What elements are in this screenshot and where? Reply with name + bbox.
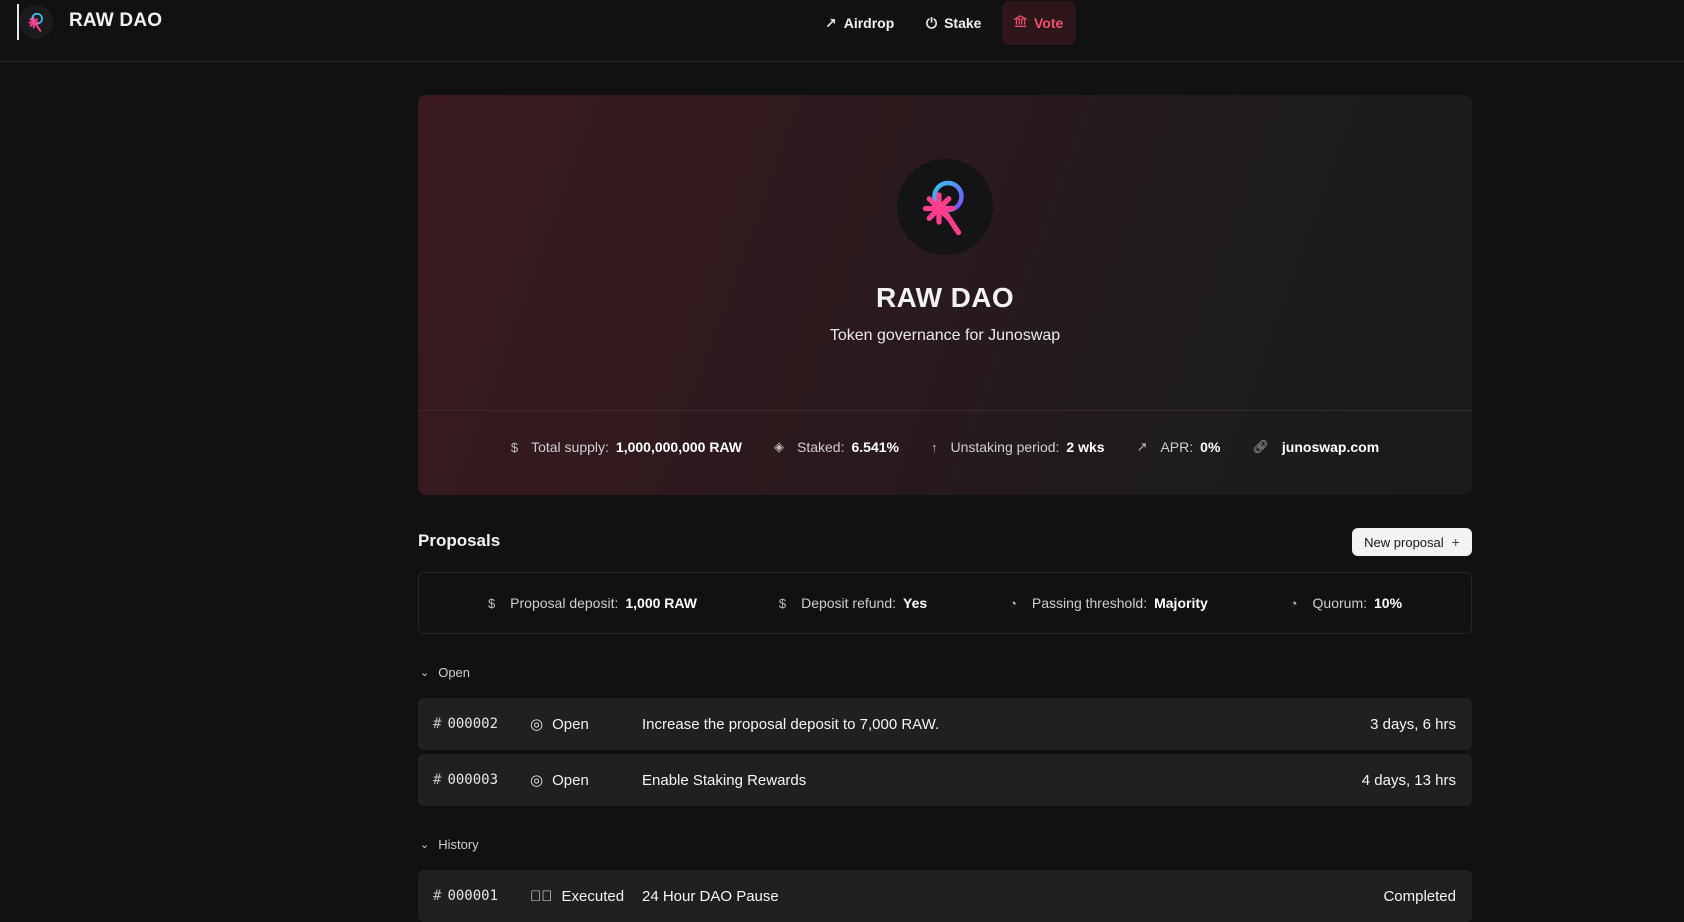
proposal-id: #000003 (433, 772, 498, 788)
hash-symbol: # (433, 888, 442, 904)
param-passing-threshold: ◔ Passing threshold: Majority (1009, 595, 1208, 611)
proposal-row[interactable]: #000003 ◎ Open Enable Staking Rewards 4 … (418, 754, 1472, 806)
proposals-heading: Proposals (418, 531, 501, 550)
proposal-status: ◎ Open (530, 715, 589, 734)
dao-stats: $ Total supply: 1,000,000,000 RAW ◈ Stak… (418, 439, 1472, 455)
stat-label: Staked: (797, 439, 845, 455)
proposal-row[interactable]: #000002 ◎ Open Increase the proposal dep… (418, 698, 1472, 750)
stat-staked: ◈ Staked: 6.541% (774, 439, 899, 455)
dao-hero-card: RAW DAO Token governance for Junoswap $ … (418, 95, 1472, 495)
param-label: Proposal deposit: (510, 595, 619, 611)
proposal-title: Increase the proposal deposit to 7,000 R… (642, 715, 940, 733)
governance-params: $ Proposal deposit: 1,000 RAW $ Deposit … (418, 572, 1472, 634)
param-value: 10% (1374, 595, 1403, 611)
chevron-down-icon: ⌄ (420, 839, 430, 851)
website-link[interactable]: junoswap.com (1282, 439, 1379, 455)
param-value: Yes (903, 595, 928, 611)
stat-label: APR: (1160, 439, 1194, 455)
link-icon: 🔗︎ (1252, 439, 1269, 454)
dollar-icon: $ (487, 595, 496, 611)
proposal-id-value: 000001 (447, 888, 499, 904)
proposal-status: ◎ Open (530, 771, 589, 790)
nav-airdrop-label: Airdrop (843, 15, 895, 31)
proposal-title: Enable Staking Rewards (642, 771, 807, 789)
nav-stake[interactable]: ⏻ Stake (914, 1, 993, 45)
stat-value: 1,000,000,000 RAW (615, 439, 742, 455)
proposal-id-value: 000002 (447, 716, 499, 732)
param-value: 1,000 RAW (625, 595, 697, 611)
pie-icon: ◔ (1289, 595, 1298, 611)
nav-stake-label: Stake (944, 15, 982, 31)
top-navbar: RAW DAO ↗ Airdrop ⏻ Stake Vote (0, 0, 1684, 62)
proposal-id: #000002 (433, 716, 498, 732)
layers-icon: ◈ (774, 439, 784, 454)
status-label: Executed (561, 887, 625, 905)
stat-value: 6.541% (851, 439, 899, 455)
proposal-time: 3 days, 6 hrs (1370, 715, 1456, 733)
stat-label: Total supply: (531, 439, 609, 455)
stat-apr: ↗ APR: 0% (1137, 439, 1221, 455)
hash-symbol: # (433, 772, 442, 788)
param-deposit-refund: $ Deposit refund: Yes (779, 595, 927, 611)
proposal-status: ✓⃝ Executed (530, 888, 624, 905)
dao-logo-icon (897, 159, 993, 255)
hash-symbol: # (433, 716, 442, 732)
param-label: Quorum: (1312, 595, 1368, 611)
chevron-down-icon: ⌄ (420, 667, 430, 679)
arrow-up-right-icon: ↗ (1136, 439, 1148, 454)
proposal-time: 4 days, 13 hrs (1361, 771, 1456, 789)
param-proposal-deposit: $ Proposal deposit: 1,000 RAW (488, 595, 697, 611)
dao-subtitle: Token governance for Junoswap (829, 327, 1061, 344)
history-section-label: History (438, 837, 479, 852)
open-circle-icon: ◎ (530, 716, 544, 733)
nav-airdrop[interactable]: ↗ Airdrop (813, 1, 906, 45)
param-quorum: ◔ Quorum: 10% (1290, 595, 1402, 611)
proposal-id-value: 000003 (447, 772, 499, 788)
arrow-up-icon: ↑ (930, 439, 938, 455)
nav-vote[interactable]: Vote (1002, 1, 1076, 45)
stat-value: 2 wks (1066, 439, 1105, 455)
dollar-icon: $ (778, 595, 787, 611)
proposal-time: Completed (1383, 887, 1456, 905)
new-proposal-label: New proposal (1364, 534, 1444, 550)
power-icon: ⏻ (926, 14, 938, 31)
status-label: Open (552, 715, 589, 733)
pie-icon: ◔ (1009, 595, 1017, 611)
proposal-id: #000001 (433, 888, 498, 904)
proposal-title: 24 Hour DAO Pause (642, 887, 779, 905)
history-section-toggle[interactable]: ⌄ History (420, 837, 479, 852)
raw-logo-icon[interactable] (19, 5, 53, 39)
arrow-up-right-icon: ↗ (825, 14, 837, 31)
status-label: Open (552, 771, 589, 789)
stat-value: 0% (1200, 439, 1221, 455)
check-circle-icon: ✓⃝ (530, 887, 553, 905)
open-section-label: Open (438, 665, 471, 680)
stat-unstaking-period: ↑ Unstaking period: 2 wks (931, 439, 1105, 455)
open-circle-icon: ◎ (530, 772, 544, 789)
param-label: Deposit refund: (801, 595, 897, 611)
dao-title: RAW DAO (875, 282, 1015, 313)
nav-vote-label: Vote (1034, 15, 1064, 31)
proposal-row[interactable]: #000001 ✓⃝ Executed 24 Hour DAO Pause Co… (418, 870, 1472, 922)
new-proposal-button[interactable]: New proposal + (1352, 528, 1472, 556)
open-section-toggle[interactable]: ⌄ Open (420, 665, 470, 680)
param-value: Majority (1154, 595, 1208, 611)
app-name[interactable]: RAW DAO (69, 10, 162, 32)
hero-divider (418, 410, 1472, 411)
stat-label: Unstaking period: (950, 439, 1060, 455)
param-label: Passing threshold: (1031, 595, 1148, 611)
bank-icon (1012, 15, 1029, 31)
dollar-icon: $ (510, 439, 519, 455)
plus-icon: + (1451, 534, 1460, 550)
stat-total-supply: $ Total supply: 1,000,000,000 RAW (511, 439, 742, 455)
stat-website-link[interactable]: 🔗︎ junoswap.com (1252, 439, 1379, 455)
